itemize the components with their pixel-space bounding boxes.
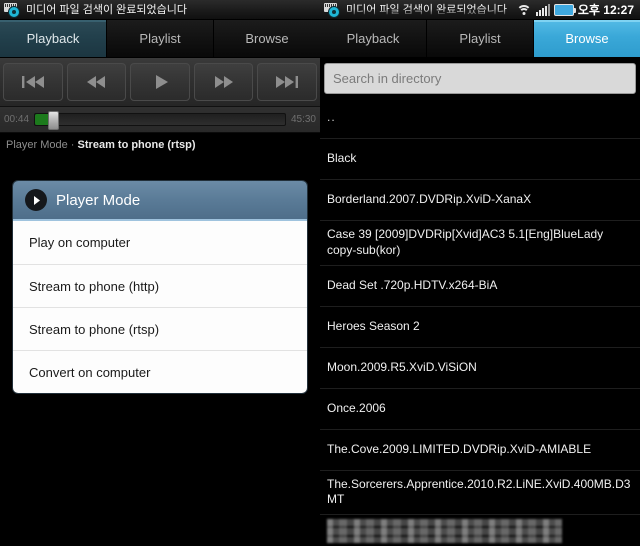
- skip-previous-icon: [21, 76, 44, 88]
- search-area: Search in directory: [320, 58, 640, 98]
- fast-forward-icon: [214, 76, 233, 88]
- seek-row: 00:44 45:30: [0, 107, 320, 133]
- tab-browse-label: Browse: [565, 31, 609, 46]
- dialog-option-stream-rtsp[interactable]: Stream to phone (rtsp): [13, 307, 307, 350]
- wifi-icon: [516, 3, 532, 16]
- dialog-option-label: Stream to phone (rtsp): [29, 321, 160, 337]
- tab-playlist[interactable]: Playlist: [427, 20, 534, 57]
- list-item[interactable]: Case 39 [2009]DVDRip[Xvid]AC3 5.1[Eng]Bl…: [320, 221, 640, 266]
- file-name: Once.2006: [327, 400, 386, 415]
- dialog-option-list: Play on computer Stream to phone (http) …: [13, 221, 307, 393]
- duration-time: 45:30: [290, 114, 316, 125]
- tab-browse[interactable]: Browse: [534, 20, 640, 57]
- search-input[interactable]: Search in directory: [324, 63, 636, 94]
- dialog-option-label: Stream to phone (http): [29, 278, 160, 294]
- file-name: Heroes Season 2: [327, 318, 420, 333]
- rewind-button[interactable]: [66, 63, 127, 101]
- file-name: Dead Set .720p.HDTV.x264-BiA: [327, 277, 498, 292]
- file-name: Moon.2009.R5.XviD.ViSiON: [327, 359, 477, 374]
- file-name: The.Cove.2009.LIMITED.DVDRip.XviD-AMIABL…: [327, 441, 592, 456]
- right-tab-bar: Playback Playlist Browse: [320, 20, 640, 58]
- seek-bar[interactable]: [34, 111, 286, 130]
- signal-icon: [535, 3, 550, 16]
- player-mode-label: Player Mode ·: [6, 139, 75, 151]
- dialog-header: Player Mode: [13, 181, 307, 221]
- status-ticker-text: 미디어 파일 검색이 완료되었습니다: [346, 3, 507, 16]
- list-item[interactable]: The.Cove.2009.LIMITED.DVDRip.XviD-AMIABL…: [320, 430, 640, 471]
- left-status-bar: 미디어 파일 검색이 완료되었습니다: [0, 0, 320, 20]
- chevron-right-circle-icon: [25, 189, 47, 211]
- file-list: .. Black Borderland.2007.DVDRip.XviD-Xan…: [320, 98, 640, 546]
- transport-controls: [0, 58, 320, 107]
- tab-playback-label: Playback: [26, 31, 80, 46]
- file-name: Case 39 [2009]DVDRip[Xvid]AC3 5.1[Eng]Bl…: [327, 227, 604, 257]
- dialog-option-label: Play on computer: [29, 235, 131, 250]
- file-name: Borderland.2007.DVDRip.XviD-XanaX: [327, 192, 532, 207]
- elapsed-time: 00:44: [4, 114, 30, 125]
- left-panel: 미디어 파일 검색이 완료되었습니다 Playback Playlist Bro…: [0, 0, 320, 546]
- dialog-title: Player Mode: [56, 191, 141, 209]
- left-tab-bar: Playback Playlist Browse: [0, 20, 320, 58]
- play-button[interactable]: [130, 63, 190, 101]
- tab-playback[interactable]: Playback: [0, 20, 107, 57]
- dialog-option-convert-on-computer[interactable]: Convert on computer: [13, 350, 307, 393]
- tab-playback-label: Playback: [346, 31, 400, 46]
- tab-browse[interactable]: Browse: [214, 20, 320, 57]
- player-mode-dialog: Player Mode Play on computer Stream to p…: [12, 180, 308, 394]
- dialog-option-stream-http[interactable]: Stream to phone (http): [13, 264, 307, 307]
- list-item[interactable]: Once.2006: [320, 389, 640, 430]
- player-pane: 00:44 45:30 Player Mode · Stream to phon…: [0, 58, 320, 151]
- list-item[interactable]: Borderland.2007.DVDRip.XviD-XanaX: [320, 180, 640, 221]
- fast-forward-button[interactable]: [193, 63, 254, 101]
- tab-playlist-label: Playlist: [459, 31, 501, 46]
- list-item[interactable]: ..: [320, 98, 640, 139]
- search-placeholder: Search in directory: [333, 71, 442, 86]
- screenshot-root: 미디어 파일 검색이 완료되었습니다 Playback Playlist Bro…: [0, 0, 640, 546]
- redacted-file-name: [327, 519, 562, 544]
- battery-icon: [553, 3, 576, 16]
- right-panel: 미디어 파일 검색이 완료되었습니다 오후 12:27 Playback Pla…: [320, 0, 640, 546]
- file-name: ..: [327, 110, 336, 125]
- file-name: The.Sorcerers.Apprentice.2010.R2.LiNE.Xv…: [327, 476, 631, 507]
- list-item[interactable]: Heroes Season 2: [320, 307, 640, 348]
- dialog-option-play-on-computer[interactable]: Play on computer: [13, 221, 307, 264]
- list-item[interactable]: Black: [320, 139, 640, 180]
- skip-next-button[interactable]: [257, 63, 317, 101]
- status-ticker-text: 미디어 파일 검색이 완료되었습니다: [26, 3, 187, 16]
- tab-browse-label: Browse: [245, 31, 289, 46]
- skip-next-icon: [276, 76, 299, 88]
- tab-playback[interactable]: Playback: [320, 20, 427, 57]
- dialog-option-label: Convert on computer: [29, 364, 151, 380]
- seek-thumb[interactable]: [47, 111, 59, 130]
- status-clock: 오후 12:27: [577, 3, 634, 17]
- player-mode-status: Player Mode · Stream to phone (rtsp): [0, 133, 320, 151]
- play-icon: [155, 75, 168, 89]
- player-mode-value: Stream to phone (rtsp): [77, 139, 196, 151]
- skip-previous-button[interactable]: [3, 63, 63, 101]
- list-item-redacted[interactable]: [320, 515, 640, 546]
- media-scanner-icon: [324, 2, 341, 18]
- file-name: Black: [327, 151, 357, 166]
- list-item[interactable]: Moon.2009.R5.XviD.ViSiON: [320, 348, 640, 389]
- tab-playlist-label: Playlist: [139, 31, 181, 46]
- rewind-icon: [87, 76, 106, 88]
- list-item[interactable]: Dead Set .720p.HDTV.x264-BiA: [320, 266, 640, 307]
- media-scanner-icon: [4, 2, 21, 18]
- status-icons: 오후 12:27: [516, 1, 636, 18]
- list-item[interactable]: The.Sorcerers.Apprentice.2010.R2.LiNE.Xv…: [320, 471, 640, 516]
- tab-playlist[interactable]: Playlist: [107, 20, 214, 57]
- right-status-bar: 미디어 파일 검색이 완료되었습니다 오후 12:27: [320, 0, 640, 20]
